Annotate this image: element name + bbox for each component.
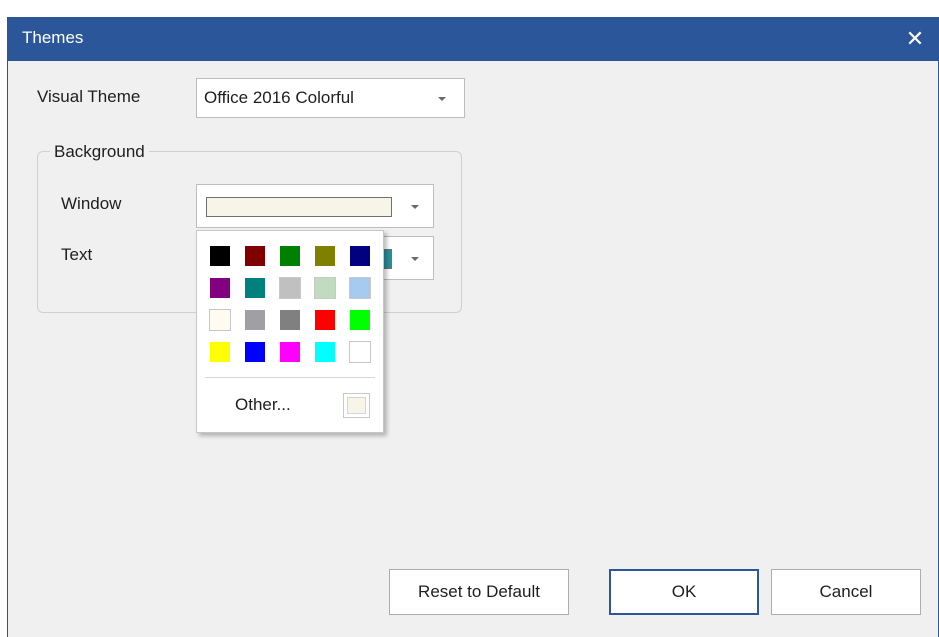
color-swatch[interactable] xyxy=(314,309,336,331)
color-swatch[interactable] xyxy=(244,277,266,299)
background-group-label: Background xyxy=(50,142,149,162)
chevron-down-icon xyxy=(411,257,419,261)
color-swatch[interactable] xyxy=(314,341,336,363)
cancel-button[interactable]: Cancel xyxy=(771,569,921,615)
color-swatch[interactable] xyxy=(244,245,266,267)
color-swatch[interactable] xyxy=(349,309,371,331)
color-swatch[interactable] xyxy=(279,277,301,299)
color-swatch[interactable] xyxy=(209,341,231,363)
color-picker-popup: Other... xyxy=(196,230,384,433)
close-button[interactable]: ✕ xyxy=(892,17,938,61)
color-swatch[interactable] xyxy=(314,277,336,299)
color-swatch[interactable] xyxy=(244,341,266,363)
ok-button[interactable]: OK xyxy=(609,569,759,615)
themes-dialog: Themes ✕ Visual Theme Office 2016 Colorf… xyxy=(7,17,939,637)
color-swatch[interactable] xyxy=(349,277,371,299)
popup-separator xyxy=(205,377,375,378)
close-icon: ✕ xyxy=(905,26,925,51)
visual-theme-label: Visual Theme xyxy=(37,87,141,106)
other-color-swatch[interactable] xyxy=(343,393,370,418)
window-color-swatch xyxy=(206,197,392,217)
color-swatch[interactable] xyxy=(349,245,371,267)
chevron-down-icon xyxy=(411,205,419,209)
reset-to-default-button[interactable]: Reset to Default xyxy=(389,569,569,615)
color-swatch[interactable] xyxy=(244,309,266,331)
color-swatch[interactable] xyxy=(279,341,301,363)
other-color-preview xyxy=(347,397,366,414)
dialog-title: Themes xyxy=(22,28,84,47)
color-swatch[interactable] xyxy=(209,309,231,331)
color-swatch[interactable] xyxy=(279,245,301,267)
color-grid xyxy=(209,245,371,363)
window-color-dropdown[interactable] xyxy=(196,184,434,228)
visual-theme-dropdown[interactable]: Office 2016 Colorful xyxy=(196,78,465,118)
text-color-label: Text xyxy=(61,245,93,264)
color-swatch[interactable] xyxy=(349,341,371,363)
chevron-down-icon xyxy=(438,97,446,101)
title-bar[interactable]: Themes ✕ xyxy=(8,17,938,61)
color-swatch[interactable] xyxy=(209,277,231,299)
other-color-option[interactable]: Other... xyxy=(235,395,291,415)
window-color-label: Window xyxy=(61,194,122,213)
color-swatch[interactable] xyxy=(209,245,231,267)
color-swatch[interactable] xyxy=(279,309,301,331)
visual-theme-value: Office 2016 Colorful xyxy=(204,88,354,107)
color-swatch[interactable] xyxy=(314,245,336,267)
